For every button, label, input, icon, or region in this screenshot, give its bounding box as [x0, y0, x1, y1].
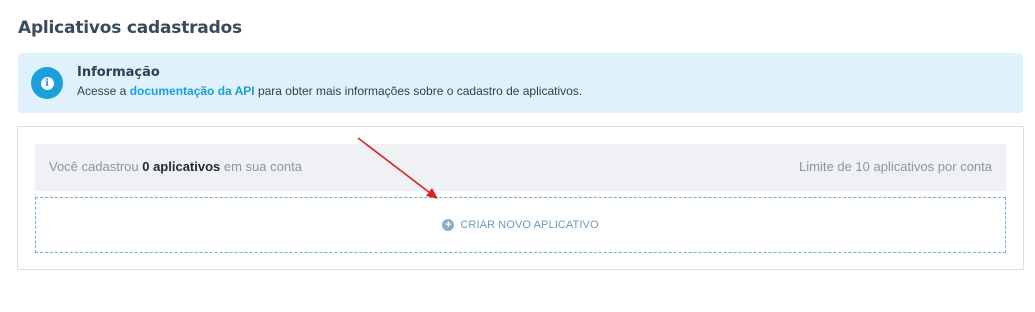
- page-title: Aplicativos cadastrados: [18, 18, 242, 38]
- count-prefix: Você cadastrou: [49, 159, 143, 174]
- apps-count-text: Você cadastrou 0 aplicativos em sua cont…: [49, 159, 302, 174]
- apps-panel: Você cadastrou 0 aplicativos em sua cont…: [17, 126, 1024, 270]
- plus-circle-icon: +: [442, 219, 455, 231]
- info-text-before: Acesse a: [77, 84, 130, 98]
- count-suffix: em sua conta: [220, 159, 302, 174]
- api-docs-link[interactable]: documentação da API: [130, 84, 255, 98]
- create-app-label: CRIAR NOVO APLICATIVO: [460, 219, 599, 231]
- info-title: Informação: [77, 65, 160, 80]
- apps-limit-text: Limite de 10 aplicativos por conta: [799, 159, 992, 174]
- create-app-button[interactable]: + CRIAR NOVO APLICATIVO: [35, 197, 1006, 253]
- info-icon: i: [31, 67, 63, 99]
- info-text: Acesse a documentação da API para obter …: [77, 84, 582, 98]
- apps-count-bar: Você cadastrou 0 aplicativos em sua cont…: [35, 144, 1006, 191]
- info-text-after: para obter mais informações sobre o cada…: [254, 84, 583, 98]
- apps-count-value: 0 aplicativos: [142, 159, 221, 174]
- info-alert: i Informação Acesse a documentação da AP…: [18, 53, 1023, 113]
